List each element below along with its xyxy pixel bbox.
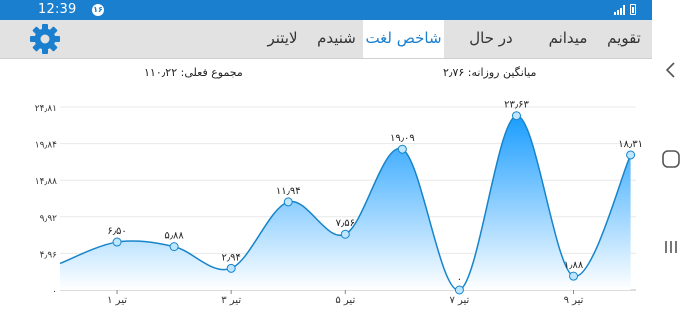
data-label: ۱٫۸۸ <box>564 260 584 271</box>
data-point <box>226 263 236 273</box>
data-label: ۱۱٫۹۴ <box>276 186 301 197</box>
y-tick-label: ۰ <box>52 287 57 297</box>
data-point <box>283 197 293 207</box>
data-point <box>511 111 521 121</box>
data-point <box>340 229 350 239</box>
y-tick-label: ۹٫۹۲ <box>40 214 58 224</box>
data-point <box>626 150 636 160</box>
area-fill <box>60 115 631 291</box>
home-icon[interactable] <box>660 148 682 170</box>
data-label: ۱۸٫۳۱ <box>618 139 643 150</box>
data-point <box>397 144 407 154</box>
y-tick-label: ۱۴٫۸۸ <box>35 177 57 187</box>
y-tick-label: ۱۹٫۸۴ <box>35 141 57 151</box>
data-point <box>112 237 122 247</box>
recents-icon[interactable] <box>660 236 682 258</box>
data-label: ۷٫۵۶ <box>336 218 355 229</box>
data-label: ۰ <box>457 274 462 285</box>
data-point <box>569 271 579 281</box>
x-tick-label: ۹ تیر <box>564 295 584 306</box>
y-tick-label: ۲۴٫۸۱ <box>35 104 57 114</box>
y-tick-label: ۴٫۹۶ <box>40 250 58 260</box>
x-tick-label: ۳ تیر <box>221 295 241 306</box>
chevron-left-icon[interactable] <box>660 59 682 81</box>
system-nav-bar <box>652 0 690 318</box>
x-tick-label: ۵ تیر <box>335 295 355 306</box>
data-label: ۵٫۸۸ <box>164 231 184 242</box>
data-point <box>169 242 179 252</box>
data-label: ۲۳٫۶۳ <box>504 100 529 111</box>
area-chart: ۲۴٫۸۱ ۱۹٫۸۴ ۱۴٫۸۸ ۹٫۹۲ ۴٫۹۶ ۰ ۱ تیر ۳ تیر ۵ تیر ۷… <box>35 100 643 306</box>
data-label: ۶٫۵۰ <box>107 226 126 237</box>
data-point <box>454 285 464 295</box>
data-label: ۲٫۹۴ <box>221 252 240 263</box>
data-label: ۱۹٫۰۹ <box>390 133 415 144</box>
x-tick-label: ۷ تیر <box>449 295 469 306</box>
x-tick-label: ۱ تیر <box>107 295 127 306</box>
